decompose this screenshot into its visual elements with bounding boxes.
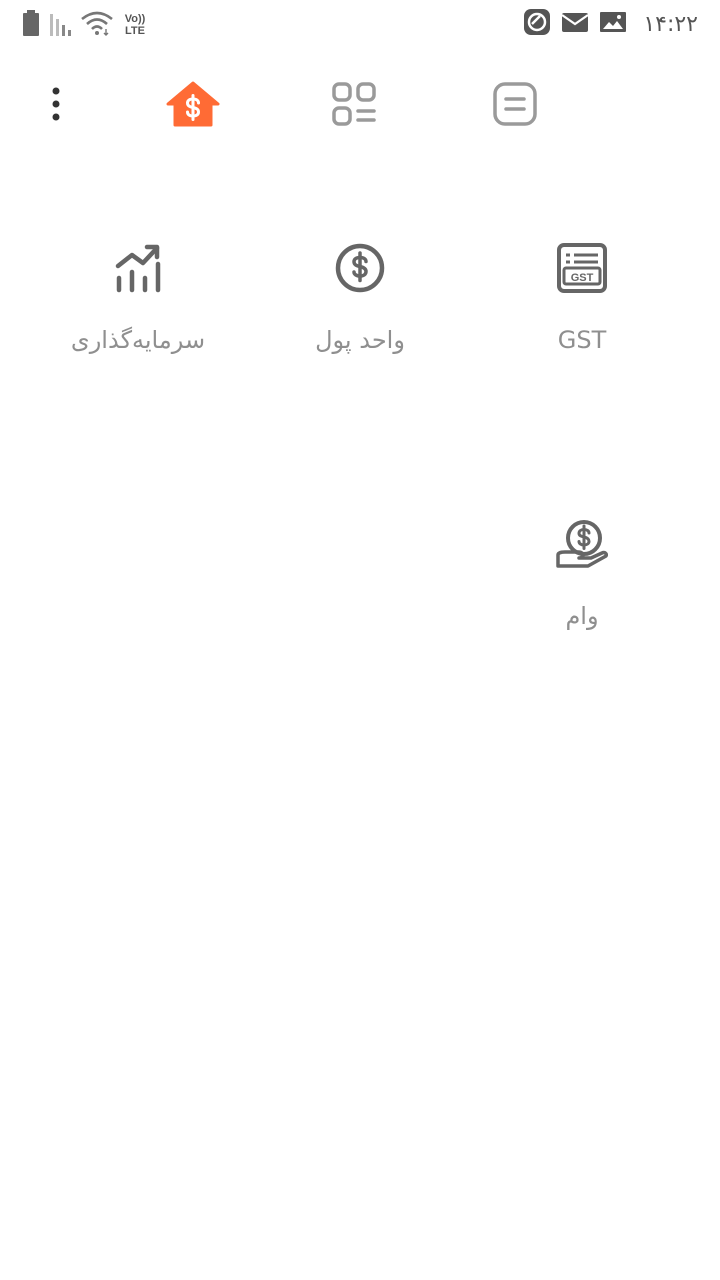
tool-currency[interactable]: واحد پول <box>250 238 470 354</box>
tool-gst[interactable]: GST GST <box>472 238 692 354</box>
tab-notes[interactable] <box>479 70 551 142</box>
tool-investment-label: سرمایه‌گذاری <box>70 326 206 354</box>
mail-icon <box>561 10 589 38</box>
tab-categories[interactable] <box>318 70 390 142</box>
grid-list-icon <box>332 82 376 130</box>
trending-up-icon <box>28 238 248 298</box>
volte-label: Vo)) <box>124 13 146 25</box>
status-right-group: ۱۴:۲۲ <box>523 8 698 40</box>
lte-label: LTE <box>125 25 145 37</box>
gst-receipt-icon: GST <box>472 238 692 298</box>
hand-coin-icon <box>472 514 692 574</box>
dollar-circle-icon <box>250 238 470 298</box>
tool-investment[interactable]: سرمایه‌گذاری <box>28 238 248 354</box>
more-vert-icon <box>51 86 61 126</box>
more-options-button[interactable] <box>20 70 92 142</box>
tool-currency-label: واحد پول <box>315 326 405 354</box>
clock: ۱۴:۲۲ <box>643 11 698 37</box>
tab-home[interactable] <box>157 70 229 142</box>
status-bar: Vo)) LTE ۱۴:۲۲ <box>0 0 720 48</box>
tool-loan[interactable]: وام <box>472 514 692 630</box>
tool-loan-label: وام <box>565 602 599 630</box>
svg-text:GST: GST <box>571 272 594 284</box>
notes-icon <box>492 81 538 131</box>
app-notification-icon <box>523 8 551 40</box>
home-dollar-icon <box>166 80 220 132</box>
top-nav <box>0 70 720 142</box>
network-type-badge: Vo)) LTE <box>122 13 148 37</box>
image-icon <box>599 10 627 38</box>
wifi-icon <box>80 10 114 40</box>
battery-icon <box>22 10 40 40</box>
tool-gst-label: GST <box>557 326 607 354</box>
cell-signal-icon <box>48 10 72 40</box>
status-left-group: Vo)) LTE <box>22 10 148 40</box>
